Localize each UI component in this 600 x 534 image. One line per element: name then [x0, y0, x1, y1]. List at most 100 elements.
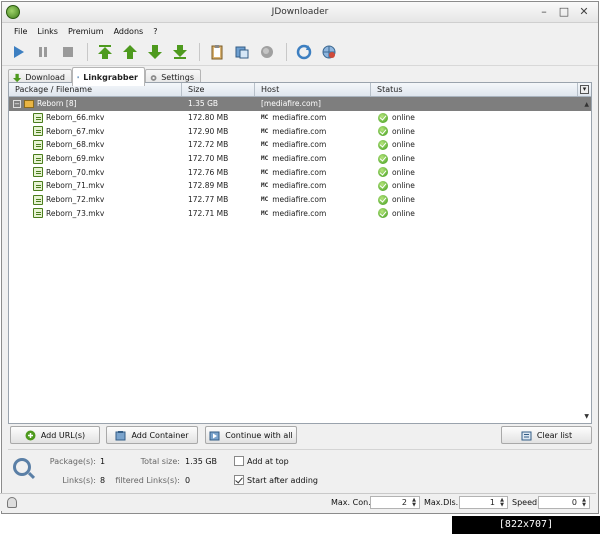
start-after-adding-checkbox[interactable]	[234, 475, 244, 485]
clipboard-icon	[211, 45, 223, 60]
speed-spinner[interactable]: 0 ▲ ▼	[538, 496, 590, 509]
clipboard-button[interactable]	[208, 43, 226, 61]
close-button[interactable]: ✕	[578, 6, 590, 18]
linkgrabber-table[interactable]: Package / Filename Size Host Status ▾ − …	[8, 82, 592, 424]
package-row[interactable]: − Reborn [8] 1.35 GB [mediafire.com]	[9, 97, 591, 111]
column-header-status[interactable]: Status	[371, 83, 578, 96]
reconnect-lock-icon[interactable]	[7, 497, 17, 508]
max-downloads-label: Max.Dls.	[424, 498, 459, 507]
mediafire-host-icon: MC	[261, 182, 269, 190]
spinner-arrows-icon[interactable]: ▲ ▼	[498, 498, 506, 508]
file-status: online	[392, 113, 415, 123]
file-row[interactable]: Reborn_72.mkv 172.77 MB MC mediafire.com …	[9, 193, 591, 207]
filtered-links-value: 0	[185, 476, 191, 485]
menu-premium[interactable]: Premium	[63, 27, 109, 36]
menu-help[interactable]: ?	[148, 27, 162, 36]
file-size: 172.80 MB	[188, 113, 229, 123]
file-icon	[33, 139, 43, 150]
scroll-down-arrow[interactable]: ▼	[584, 413, 589, 420]
file-status: online	[392, 181, 415, 191]
reconnect-button[interactable]	[233, 43, 251, 61]
file-status: online	[392, 140, 415, 150]
file-name: Reborn_66.mkv	[46, 113, 105, 123]
settings-globe-icon	[322, 45, 336, 59]
move-up-button[interactable]	[121, 43, 139, 61]
search-magnifier-icon	[13, 458, 31, 476]
linkgrabber-icon	[77, 76, 79, 79]
file-name: Reborn_67.mkv	[46, 126, 105, 136]
continue-with-all-button[interactable]: Continue with all	[205, 426, 297, 444]
clear-list-button[interactable]: Clear list	[501, 426, 592, 444]
settings-globe-button[interactable]	[320, 43, 338, 61]
move-top-button[interactable]	[96, 43, 114, 61]
menu-addons[interactable]: Addons	[109, 27, 149, 36]
menu-links[interactable]: Links	[32, 27, 63, 36]
file-row[interactable]: Reborn_71.mkv 172.89 MB MC mediafire.com …	[9, 179, 591, 193]
add-container-button[interactable]: Add Container	[106, 426, 198, 444]
add-container-label: Add Container	[131, 430, 189, 440]
file-size: 172.76 MB	[188, 167, 229, 177]
collapse-toggle[interactable]: −	[13, 99, 21, 108]
column-header-host[interactable]: Host	[255, 83, 371, 96]
file-row[interactable]: Reborn_66.mkv 172.80 MB MC mediafire.com …	[9, 111, 591, 125]
premium-icon	[261, 46, 273, 58]
file-icon	[33, 208, 43, 219]
column-chooser-button[interactable]: ▾	[578, 83, 591, 96]
clear-list-label: Clear list	[536, 430, 573, 440]
move-up-icon	[123, 45, 137, 59]
column-header-size[interactable]: Size	[182, 83, 255, 96]
file-row[interactable]: Reborn_70.mkv 172.76 MB MC mediafire.com …	[9, 165, 591, 179]
packages-label: Package(s):	[49, 457, 96, 466]
pause-icon	[39, 47, 47, 57]
update-button[interactable]	[295, 43, 313, 61]
file-host: mediafire.com	[272, 154, 327, 164]
file-host: mediafire.com	[272, 126, 327, 136]
file-name: Reborn_71.mkv	[46, 181, 105, 191]
package-icon	[24, 99, 34, 108]
online-check-icon	[378, 112, 388, 123]
move-bottom-button[interactable]	[171, 43, 189, 61]
reconnect-icon	[235, 46, 249, 59]
file-size: 172.71 MB	[188, 208, 229, 218]
stop-icon	[63, 47, 73, 57]
file-icon	[33, 112, 43, 123]
max-connections-spinner[interactable]: 2 ▲ ▼	[370, 496, 420, 509]
mediafire-host-icon: MC	[261, 196, 269, 204]
file-row[interactable]: Reborn_68.mkv 172.72 MB MC mediafire.com …	[9, 138, 591, 152]
spinner-arrows-icon[interactable]: ▲ ▼	[410, 498, 418, 508]
start-after-adding-label: Start after adding	[247, 476, 318, 485]
online-check-icon	[378, 126, 388, 137]
file-row[interactable]: Reborn_67.mkv 172.90 MB MC mediafire.com …	[9, 124, 591, 138]
premium-button[interactable]	[258, 43, 276, 61]
max-downloads-spinner[interactable]: 1 ▲ ▼	[459, 496, 508, 509]
file-icon	[33, 180, 43, 191]
start-button[interactable]	[9, 43, 27, 61]
stop-button[interactable]	[59, 43, 77, 61]
maximize-button[interactable]: □	[558, 6, 570, 18]
scroll-up-arrow[interactable]: ▲	[584, 101, 589, 108]
minimize-button[interactable]: –	[538, 6, 550, 18]
file-row[interactable]: Reborn_73.mkv 172.71 MB MC mediafire.com …	[9, 207, 591, 221]
menu-file[interactable]: File	[9, 27, 32, 36]
max-connections-value: 2	[401, 498, 407, 507]
total-size-value: 1.35 GB	[185, 457, 218, 466]
mediafire-host-icon: MC	[261, 168, 269, 176]
file-size: 172.70 MB	[188, 154, 229, 164]
move-down-button[interactable]	[146, 43, 164, 61]
continue-with-all-label: Continue with all	[225, 430, 293, 440]
tab-linkgrabber[interactable]: Linkgrabber	[72, 67, 145, 86]
add-link-icon	[25, 430, 36, 440]
file-row[interactable]: Reborn_69.mkv 172.70 MB MC mediafire.com …	[9, 152, 591, 166]
pause-button[interactable]	[34, 43, 52, 61]
linkgrabber-action-bar: Add URL(s) Add Container Continue with a…	[8, 426, 592, 444]
file-host: mediafire.com	[272, 208, 327, 218]
filtered-links-label: filtered Links(s):	[115, 476, 180, 485]
tab-settings-label: Settings	[161, 73, 194, 82]
add-at-top-checkbox[interactable]	[234, 456, 244, 466]
spinner-arrows-icon[interactable]: ▲ ▼	[580, 498, 588, 508]
add-urls-button[interactable]: Add URL(s)	[10, 426, 100, 444]
toolbar	[2, 39, 598, 66]
title-bar[interactable]: JDownloader – □ ✕	[2, 2, 598, 23]
file-host: mediafire.com	[272, 167, 327, 177]
tab-download-label: Download	[25, 73, 65, 82]
